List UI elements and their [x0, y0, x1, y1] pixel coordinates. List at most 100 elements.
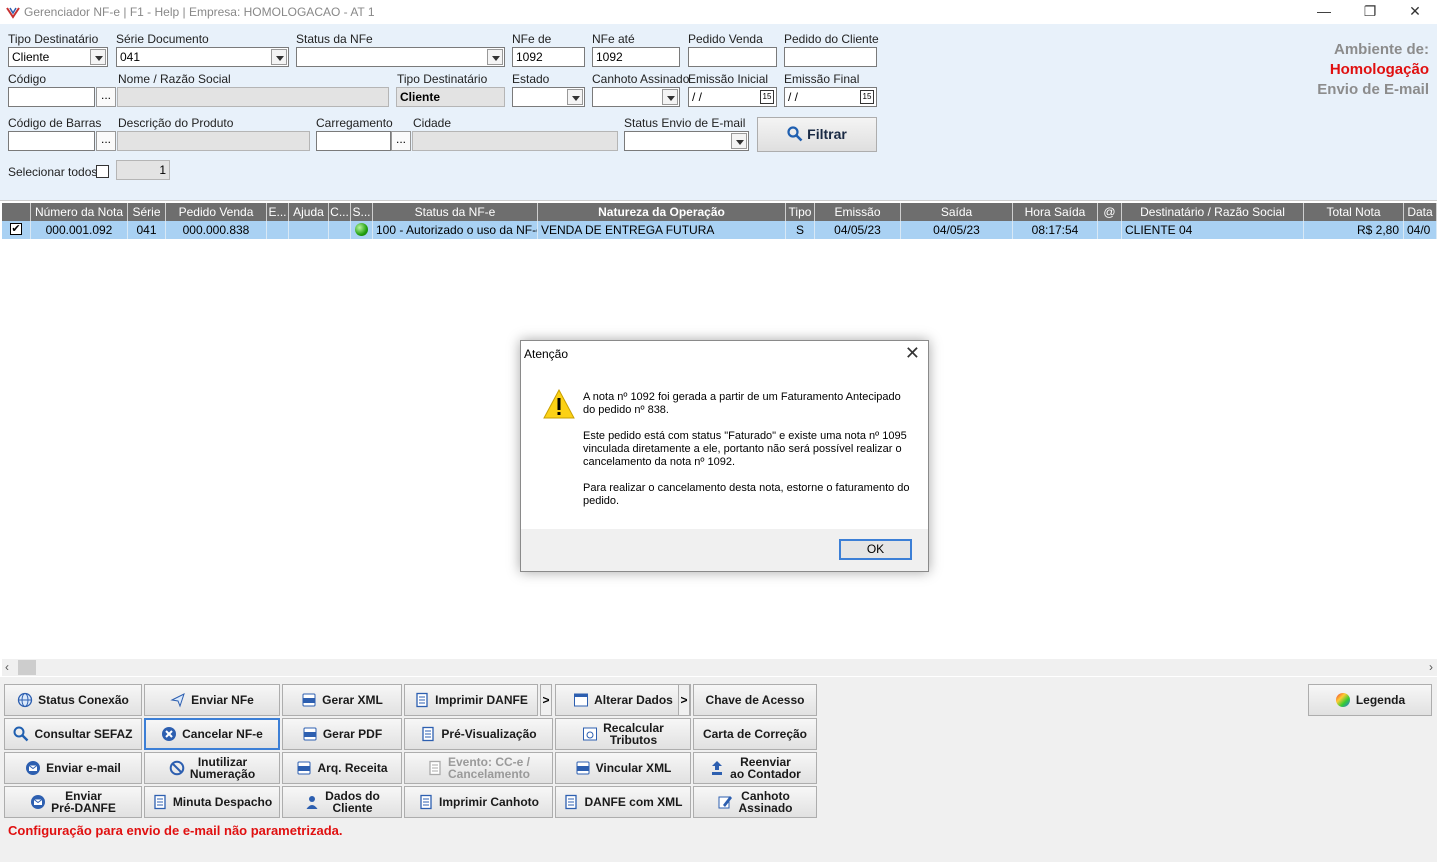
restore-button[interactable]: ❐ [1347, 0, 1393, 24]
serie-documento-select[interactable]: 041 [116, 47, 289, 67]
tipo-destinatario-select[interactable]: Cliente [8, 47, 108, 67]
col-ajuda[interactable]: Ajuda [289, 203, 329, 221]
col-status[interactable]: Status da NF-e [373, 203, 538, 221]
estado-select[interactable] [512, 87, 585, 107]
scroll-right-icon[interactable]: › [1429, 660, 1433, 674]
col-e[interactable]: E... [267, 203, 289, 221]
row-total: R$ 2,80 [1304, 221, 1404, 239]
cancelar-nfe-button[interactable]: Cancelar NF-e [144, 718, 280, 750]
emissao-inicial-input[interactable]: / /15 [688, 87, 777, 107]
horizontal-scrollbar[interactable]: ‹ › [2, 659, 1437, 676]
imprimir-canhoto-button[interactable]: Imprimir Canhoto [404, 786, 553, 818]
table-row[interactable]: ✔ 000.001.092 041 000.000.838 100 - Auto… [2, 221, 1437, 239]
nfe-de-input[interactable]: 1092 [512, 47, 585, 67]
gerar-xml-button[interactable]: Gerar XML [282, 684, 402, 716]
col-tipo[interactable]: Tipo [786, 203, 815, 221]
col-check[interactable] [2, 203, 31, 221]
col-destinatario[interactable]: Destinatário / Razão Social [1122, 203, 1304, 221]
col-natureza[interactable]: Natureza da Operação [538, 203, 786, 221]
status-conexao-button[interactable]: Status Conexão [4, 684, 142, 716]
nfe-ate-input[interactable]: 1092 [592, 47, 680, 67]
minimize-button[interactable]: — [1301, 0, 1347, 24]
legenda-button[interactable]: Legenda [1308, 684, 1432, 716]
pedido-cliente-input[interactable] [784, 47, 877, 67]
alterar-dados-more-button[interactable]: > [678, 684, 690, 716]
chevron-down-icon[interactable] [567, 89, 583, 105]
cidade-label: Cidade [413, 116, 452, 130]
col-saida[interactable]: Saída [901, 203, 1013, 221]
carta-correcao-button[interactable]: Carta de Correção [693, 718, 817, 750]
enviar-pre-danfe-button[interactable]: Enviar Pré-DANFE [4, 786, 142, 818]
chevron-down-icon[interactable] [662, 89, 678, 105]
consultar-sefaz-button[interactable]: Consultar SEFAZ [4, 718, 142, 750]
codigo-input[interactable] [8, 87, 95, 107]
enviar-email-button[interactable]: Enviar e-mail [4, 752, 142, 784]
col-total[interactable]: Total Nota [1304, 203, 1404, 221]
col-emissao[interactable]: Emissão [815, 203, 901, 221]
status-nfe-select[interactable] [296, 47, 505, 67]
carregamento-lookup-button[interactable]: ... [391, 131, 411, 151]
col-data[interactable]: Data [1404, 203, 1437, 221]
ok-button[interactable]: OK [839, 539, 912, 560]
reenviar-contador-button[interactable]: Reenviar ao Contador [693, 752, 817, 784]
selecionar-todos-checkbox[interactable] [96, 165, 109, 178]
send-icon [170, 693, 185, 708]
pre-visualizacao-button[interactable]: Pré-Visualização [404, 718, 553, 750]
scroll-thumb[interactable] [18, 660, 36, 675]
codigo-barras-input[interactable] [8, 131, 95, 151]
chevron-down-icon[interactable] [487, 49, 503, 65]
recalcular-tributos-button[interactable]: Recalcular Tributos [555, 718, 691, 750]
gerar-pdf-button[interactable]: Gerar PDF [282, 718, 402, 750]
canhoto-assinado-button[interactable]: Canhoto Assinado [693, 786, 817, 818]
dados-cliente-button[interactable]: Dados do Cliente [282, 786, 402, 818]
carregamento-input[interactable] [316, 131, 391, 151]
evento-cce-button[interactable]: Evento: CC-e / Cancelamento [404, 752, 553, 784]
canhoto-select[interactable] [592, 87, 680, 107]
app-logo-icon [6, 7, 20, 19]
color-wheel-icon [1335, 693, 1350, 707]
ambiente-info: Ambiente de: Homologação Envio de E-mail [1317, 40, 1429, 100]
alterar-dados-button[interactable]: Alterar Dados [555, 684, 691, 716]
ambiente-homologacao: Homologação [1329, 61, 1429, 78]
col-pedido[interactable]: Pedido Venda [166, 203, 267, 221]
codigo-lookup-button[interactable]: ... [96, 87, 116, 107]
col-c[interactable]: C... [329, 203, 351, 221]
chevron-down-icon[interactable] [90, 49, 106, 65]
minuta-despacho-button[interactable]: Minuta Despacho [144, 786, 280, 818]
vincular-xml-button[interactable]: Vincular XML [555, 752, 691, 784]
emissao-final-input[interactable]: / /15 [784, 87, 877, 107]
cancel-icon [162, 727, 177, 741]
window-edit-icon [574, 693, 589, 707]
calendar-icon[interactable]: 15 [760, 90, 774, 104]
document-icon [416, 692, 428, 708]
email-config-warning: Configuração para envio de e-mail não pa… [8, 823, 343, 838]
enviar-nfe-button[interactable]: Enviar NFe [144, 684, 280, 716]
pedido-venda-input[interactable] [688, 47, 777, 67]
carregamento-label: Carregamento [316, 116, 393, 130]
chevron-down-icon[interactable] [731, 133, 747, 149]
col-hora[interactable]: Hora Saída [1013, 203, 1098, 221]
emissao-final-label: Emissão Final [784, 72, 860, 86]
imprimir-danfe-button[interactable]: Imprimir DANFE [404, 684, 538, 716]
imprimir-danfe-more-button[interactable]: > [540, 684, 552, 716]
canhoto-label: Canhoto Assinado [592, 72, 690, 86]
col-numero[interactable]: Número da Nota [31, 203, 128, 221]
col-email[interactable]: @ [1098, 203, 1122, 221]
status-email-select[interactable] [624, 131, 749, 151]
row-checkbox[interactable]: ✔ [10, 223, 22, 235]
close-button[interactable]: ✕ [1392, 0, 1437, 24]
inutilizar-numeracao-button[interactable]: Inutilizar Numeração [144, 752, 280, 784]
col-serie[interactable]: Série [128, 203, 166, 221]
col-s[interactable]: S... [351, 203, 373, 221]
calendar-icon[interactable]: 15 [860, 90, 874, 104]
danfe-com-xml-button[interactable]: DANFE com XML [555, 786, 691, 818]
scroll-left-icon[interactable]: ‹ [5, 660, 9, 674]
dialog-close-icon[interactable]: ✕ [905, 343, 920, 364]
chevron-down-icon[interactable] [271, 49, 287, 65]
xml-file-icon [302, 693, 316, 707]
filtrar-button[interactable]: Filtrar [757, 117, 877, 152]
arq-receita-button[interactable]: Arq. Receita [282, 752, 402, 784]
row-pedido: 000.000.838 [166, 221, 267, 239]
codigo-barras-lookup-button[interactable]: ... [96, 131, 116, 151]
chave-acesso-button[interactable]: Chave de Acesso [693, 684, 817, 716]
